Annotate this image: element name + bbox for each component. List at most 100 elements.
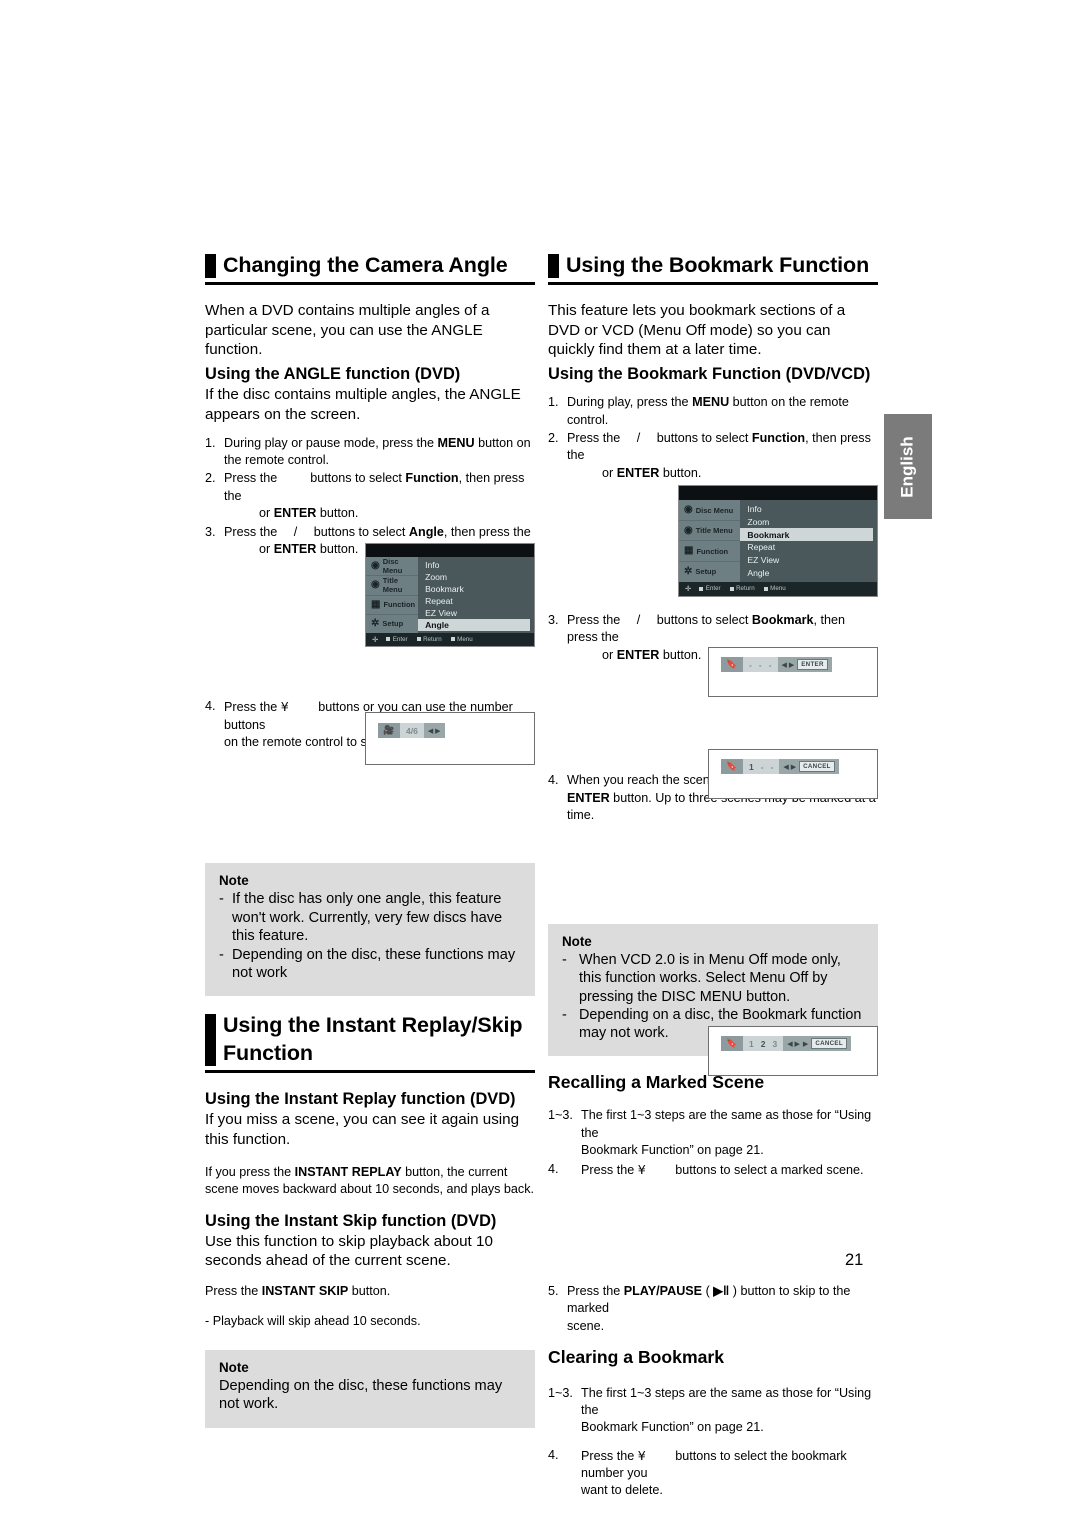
cancel-button[interactable]: CANCEL bbox=[811, 1038, 847, 1049]
step-number: 5. bbox=[548, 1283, 559, 1298]
osd-bottom-bar: ✛ Enter Return Menu bbox=[366, 632, 534, 646]
osd-menu-item-repeat[interactable]: Repeat bbox=[418, 595, 534, 607]
osd-menu-item-ez-view[interactable]: EZ View bbox=[418, 607, 534, 619]
osd-hint-menu: Menu bbox=[450, 636, 473, 643]
subheading-clearing-bookmark: Clearing a Bookmark bbox=[548, 1347, 724, 1368]
osd-icon-setup[interactable]: ✲ Setup bbox=[366, 615, 418, 633]
osd-menu-item-angle[interactable]: Angle bbox=[740, 567, 877, 580]
step-number: 1~3. bbox=[548, 1108, 573, 1123]
section-heading-camera-angle: Changing the Camera Angle bbox=[205, 252, 535, 285]
recall-step-5: 5. Press the PLAY/PAUSE ( ▶‖ ) button to… bbox=[548, 1283, 878, 1335]
bullet-icon bbox=[386, 637, 391, 642]
bookmark-indicator-bar: 🔖 1 2 3 ◀ ▶ ▶ CANCEL bbox=[721, 1036, 851, 1051]
step-number: 4. bbox=[205, 699, 216, 714]
bookmark-slot: - bbox=[770, 761, 774, 772]
osd-menu-item-info[interactable]: Info bbox=[418, 559, 534, 571]
osd-screen-angle: ◉ Disc Menu ◉ Title Menu ▦ Function ✲ Setup … bbox=[365, 543, 535, 647]
disc-menu-icon: ◉ bbox=[371, 560, 380, 572]
osd-menu-item-bookmark[interactable]: Bookmark bbox=[740, 528, 873, 542]
osd-hint-return: Return bbox=[729, 585, 755, 592]
osd-icon-function[interactable]: ▦ Function bbox=[679, 541, 741, 563]
bullet-icon bbox=[699, 586, 704, 591]
bookmark-icon: 🔖 bbox=[721, 1036, 743, 1051]
osd-menu-item-zoom[interactable]: Zoom bbox=[418, 571, 534, 583]
angle-function-text: If the disc contains multiple angles, th… bbox=[205, 386, 521, 423]
step-number: 4. bbox=[548, 773, 559, 788]
section-title: Using the Instant Replay/Skip Function bbox=[223, 1013, 523, 1066]
bookmark-intro: This feature lets you bookmark sections … bbox=[548, 301, 846, 359]
step-text: The first 1~3 steps are the same as thos… bbox=[581, 1385, 878, 1437]
osd-menu-list: Info Zoom Bookmark Repeat EZ View Angle bbox=[740, 500, 877, 582]
bookmark-slot: - bbox=[749, 659, 752, 670]
osd-top-bar bbox=[679, 486, 877, 501]
osd-top-bar bbox=[366, 544, 534, 558]
bookmark-slots: 1 - - bbox=[743, 759, 780, 774]
dash-bullet: - bbox=[219, 946, 224, 963]
step-text: During play, press the MENU button on th… bbox=[567, 395, 849, 427]
cancel-button[interactable]: CANCEL bbox=[799, 761, 835, 772]
angle-indicator-bar: 🎥 4/6 ◀ ▶ bbox=[378, 723, 445, 738]
dpad-icon: ✛ bbox=[685, 584, 691, 594]
camera-icon: 🎥 bbox=[378, 723, 400, 738]
note-title: Note bbox=[219, 873, 249, 889]
osd-icon-function[interactable]: ▦ Function bbox=[366, 596, 419, 615]
function-icon: ▦ bbox=[684, 545, 694, 557]
step-number: 1~3. bbox=[548, 1385, 573, 1400]
osd-menu-item-info[interactable]: Info bbox=[740, 502, 877, 515]
play-icon: ▶ bbox=[802, 1040, 809, 1048]
title-menu-icon: ◉ bbox=[371, 579, 380, 591]
note-items: - If the disc has only one angle, this fe… bbox=[219, 890, 521, 982]
step-number: 3. bbox=[548, 613, 559, 628]
osd-menu-item-repeat[interactable]: Repeat bbox=[740, 541, 877, 554]
osd-menu-item-angle[interactable]: Angle bbox=[418, 618, 530, 631]
bookmark-slot: 2 bbox=[760, 1038, 766, 1049]
enter-button[interactable]: ENTER bbox=[797, 659, 828, 670]
bookmark-arrows: ◀ ▶ bbox=[781, 661, 795, 669]
angle-arrows: ◀ ▶ bbox=[423, 723, 445, 738]
angle-steps-list: 1. During play or pause mode, press the … bbox=[205, 435, 535, 559]
step-text: During play or pause mode, press the MEN… bbox=[224, 435, 531, 468]
step-continuation: scene. bbox=[567, 1318, 605, 1333]
bookmark-icon: 🔖 bbox=[721, 759, 743, 774]
step-continuation: or ENTER button. bbox=[259, 506, 359, 521]
left-column: Changing the Camera Angle When a DVD con… bbox=[205, 252, 535, 1428]
step-number: 4. bbox=[548, 1161, 559, 1176]
osd-menu-list: Info Zoom Bookmark Repeat EZ View Angle bbox=[418, 557, 534, 633]
angle-value: 4/6 bbox=[400, 723, 424, 738]
camera-angle-intro: When a DVD contains multiple angles of a… bbox=[205, 301, 490, 359]
osd-menu-item-ez-view[interactable]: EZ View bbox=[740, 554, 877, 567]
osd-menu-item-zoom[interactable]: Zoom bbox=[740, 515, 877, 528]
osd-icon-title-menu[interactable]: ◉ Title Menu bbox=[366, 576, 419, 596]
bookmark-slots: - - - bbox=[743, 657, 778, 672]
gear-icon: ✲ bbox=[684, 565, 693, 577]
section-title: Using the Bookmark Function bbox=[566, 253, 870, 277]
bullet-icon bbox=[450, 637, 455, 642]
subheading-instant-skip: Using the Instant Skip function (DVD) bbox=[205, 1211, 497, 1230]
osd-icon-title-menu[interactable]: ◉ Title Menu bbox=[679, 521, 741, 542]
subheading-instant-replay: Using the Instant Replay function (DVD) bbox=[205, 1090, 516, 1109]
osd-icon-disc-menu[interactable]: ◉ Disc Menu bbox=[366, 557, 419, 577]
play-pause-icon: ▶‖ bbox=[713, 1283, 730, 1298]
step-text: Press the ¥ buttons to select a marked s… bbox=[581, 1161, 864, 1177]
step-number: 2. bbox=[205, 471, 216, 486]
right-column: Using the Bookmark Function This feature… bbox=[548, 252, 878, 1501]
osd-hint-return: Return bbox=[416, 636, 442, 643]
osd-icon-setup[interactable]: ✲ Setup bbox=[679, 562, 740, 582]
dash-bullet: - bbox=[562, 952, 567, 969]
note-item: - When VCD 2.0 is in Menu Off mode only, … bbox=[562, 952, 841, 1005]
step-continuation: or ENTER button. bbox=[602, 465, 702, 480]
language-tab-label: English bbox=[898, 435, 917, 498]
step-continuation: Bookmark Function” on page 21. bbox=[581, 1143, 764, 1158]
bookmark-slot: - bbox=[768, 659, 772, 670]
osd-icon-disc-menu[interactable]: ◉ Disc Menu bbox=[679, 500, 741, 521]
osd-body: ◉ Disc Menu ◉ Title Menu ▦ Function ✲ Setup … bbox=[366, 557, 534, 633]
osd-left-icons: ◉ Disc Menu ◉ Title Menu ▦ Function ✲ Setup bbox=[679, 500, 741, 582]
osd-left-icons: ◉ Disc Menu ◉ Title Menu ▦ Function ✲ Setup bbox=[366, 557, 419, 633]
dpad-icon: ✛ bbox=[372, 634, 378, 644]
bookmark-controls: ◀ ▶ ENTER bbox=[777, 657, 832, 672]
clear-steps-list: 1~3. The first 1~3 steps are the same as… bbox=[548, 1385, 878, 1500]
osd-bottom-bar: ✛ Enter Return Menu bbox=[679, 581, 877, 596]
step-number: 4. bbox=[548, 1447, 559, 1462]
bullet-icon bbox=[416, 637, 421, 642]
osd-menu-item-bookmark[interactable]: Bookmark bbox=[418, 583, 534, 595]
